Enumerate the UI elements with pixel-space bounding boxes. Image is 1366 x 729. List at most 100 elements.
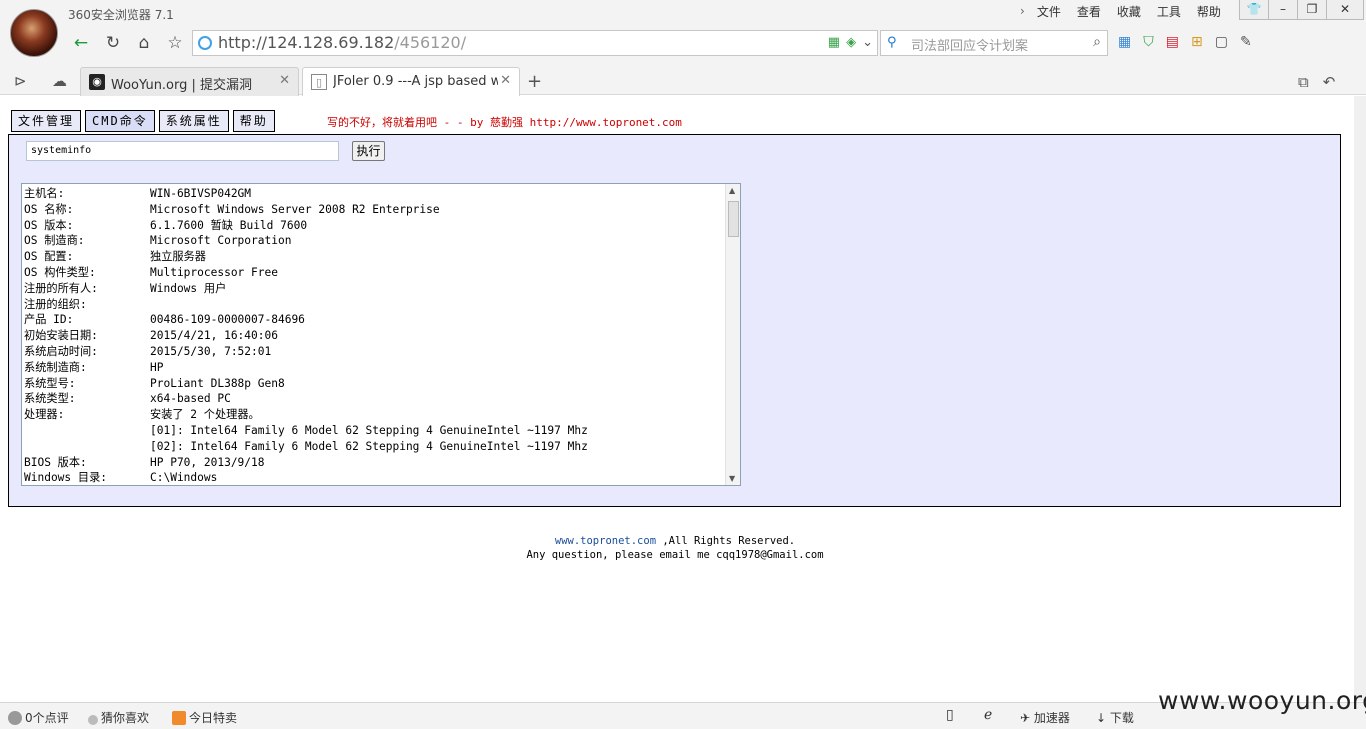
command-output[interactable]: 主机名: WIN-6BIVSP042GM OS 名称: Microsoft Windo…	[21, 183, 741, 486]
maximize-button[interactable]: ❐	[1297, 0, 1327, 20]
menu-file-manager[interactable]: 文件管理	[11, 110, 82, 132]
speed-mode-icon[interactable]: ◈	[846, 35, 856, 50]
close-tab-icon[interactable]: ✕	[500, 73, 511, 88]
menu-help-page[interactable]: 帮助	[232, 110, 275, 132]
guess-label: 猜你喜欢	[101, 711, 150, 725]
menu-file[interactable]: 文件	[1029, 4, 1069, 20]
guess-item[interactable]: 猜你喜欢	[88, 709, 149, 726]
output-value: x64-based PC	[150, 392, 231, 406]
tab-list-icon[interactable]: ⧉	[1298, 73, 1309, 91]
phone-icon[interactable]: ▯	[946, 707, 954, 723]
output-value: C:\Windows	[150, 471, 218, 485]
tab-jfoler[interactable]: ▯ JFoler 0.9 ---A jsp based we ✕	[302, 67, 520, 96]
output-line: 系统启动时间: 2015/5/30, 7:52:01	[24, 344, 588, 360]
command-input[interactable]: systeminfo	[26, 141, 339, 161]
home-icon[interactable]: ⌂	[131, 30, 157, 56]
apps-icon[interactable]: ▦	[1118, 34, 1131, 50]
url-host: http://124.128.69.182	[218, 33, 395, 52]
output-key: OS 制造商:	[24, 234, 85, 248]
output-value: Windows 用户	[150, 281, 227, 295]
user-avatar[interactable]	[10, 9, 58, 57]
back-icon[interactable]: ←	[68, 30, 94, 56]
qr-code-icon[interactable]: ▦	[828, 35, 840, 50]
download-label: 下载	[1109, 711, 1134, 725]
sidebar-toggle-icon[interactable]: ⊳	[14, 72, 27, 90]
star-icon[interactable]: ☆	[162, 30, 188, 56]
new-tab-button[interactable]: +	[527, 71, 542, 92]
scroll-down-icon[interactable]: ▼	[729, 474, 735, 483]
shield-icon[interactable]: ⛉	[1143, 34, 1154, 50]
tab-wooyun[interactable]: ◉ WooYun.org | 提交漏洞 ✕	[80, 67, 299, 96]
output-line: BIOS 版本: HP P70, 2013/9/18	[24, 455, 588, 471]
output-line: OS 制造商: Microsoft Corporation	[24, 233, 588, 249]
close-window-button[interactable]: ✕	[1326, 0, 1364, 20]
screenshot-icon[interactable]: ▢	[1215, 34, 1228, 50]
translate-icon[interactable]: ✎	[1240, 34, 1252, 50]
output-key: OS 名称:	[24, 202, 74, 216]
tab-label: WooYun.org | 提交漏洞	[111, 78, 253, 93]
output-value: 2015/5/30, 7:52:01	[150, 344, 272, 358]
output-value: ProLiant DL388p Gen8	[150, 376, 285, 390]
search-engine-icon[interactable]: ⚲	[887, 35, 897, 50]
menu-view[interactable]: 查看	[1069, 4, 1109, 20]
menu-favorites[interactable]: 收藏	[1109, 4, 1149, 20]
skin-icon[interactable]: 👕	[1239, 0, 1269, 20]
download-icon: ↓	[1096, 711, 1110, 725]
toolbar-extensions: ▦ ⛉ ▤ ⊞ ▢ ✎	[1118, 34, 1252, 50]
output-line: 主机名: WIN-6BIVSP042GM	[24, 186, 588, 202]
footer-rights: ,All Rights Reserved.	[656, 535, 796, 547]
tab-label: JFoler 0.9 ---A jsp based we	[333, 74, 498, 89]
gift-icon[interactable]: ⊞	[1191, 34, 1203, 50]
output-line: [02]: Intel64 Family 6 Model 62 Stepping…	[24, 439, 588, 455]
accelerator-label: 加速器	[1033, 711, 1070, 725]
scroll-up-icon[interactable]: ▲	[729, 186, 735, 195]
output-value: 独立服务器	[150, 250, 206, 264]
output-line: 注册的组织:	[24, 297, 588, 313]
chevron-right-icon[interactable]: ›	[1016, 4, 1029, 20]
window-controls: 👕 – ❐ ✕	[1239, 0, 1364, 20]
output-scrollbar[interactable]: ▲ ▼	[725, 184, 740, 485]
accelerator-item[interactable]: ✈ 加速器	[1020, 709, 1070, 726]
execute-button[interactable]: 执行	[352, 141, 385, 161]
cloud-icon[interactable]: ☁	[52, 72, 67, 90]
web-page: 文件管理 CMD命令 系统属性 帮助 写的不好，将就着用吧 - - by 慈勤强…	[0, 96, 1354, 701]
menu-cmd[interactable]: CMD命令	[85, 110, 155, 132]
author-line: 写的不好，将就着用吧 - - by 慈勤强 http://www.toprone…	[327, 116, 682, 129]
output-key: 系统启动时间:	[24, 344, 98, 358]
output-line: 系统制造商: HP	[24, 360, 588, 376]
output-key: 系统类型:	[24, 392, 76, 406]
search-icon[interactable]: ⌕	[1093, 34, 1101, 50]
undo-close-icon[interactable]: ↶	[1323, 73, 1336, 91]
close-tab-icon[interactable]: ✕	[279, 73, 290, 88]
output-value: 2015/4/21, 16:40:06	[150, 329, 278, 343]
menu-tools[interactable]: 工具	[1149, 4, 1189, 20]
menu-help[interactable]: 帮助	[1189, 4, 1229, 20]
search-input[interactable]: 司法部回应令计划案	[911, 35, 1028, 54]
address-bar[interactable]: http://124.128.69.182/456120/ ▦ ◈ ⌄	[192, 30, 878, 56]
scroll-thumb[interactable]	[728, 201, 739, 237]
output-key: Windows 目录:	[24, 471, 107, 485]
output-line: 处理器: 安装了 2 个处理器。	[24, 407, 588, 423]
search-box[interactable]: ⚲ 司法部回应令计划案 ⌕	[880, 30, 1108, 56]
page-scrollbar[interactable]	[1354, 96, 1366, 701]
menu-bar: › 文件 查看 收藏 工具 帮助	[1016, 4, 1229, 20]
output-value: HP P70, 2013/9/18	[150, 455, 265, 469]
refresh-icon[interactable]: ↻	[100, 30, 126, 56]
reviews-item[interactable]: 0个点评	[8, 709, 69, 726]
pdf-icon[interactable]: ▤	[1166, 34, 1179, 50]
output-key: BIOS 版本:	[24, 455, 87, 469]
output-value: HP	[150, 360, 164, 374]
minimize-button[interactable]: –	[1268, 0, 1298, 20]
ie-icon[interactable]: ℯ	[984, 707, 992, 723]
output-value: [01]: Intel64 Family 6 Model 62 Stepping…	[150, 423, 588, 437]
footer-link[interactable]: www.topronet.com	[555, 535, 656, 547]
output-line: Windows 目录: C:\Windows	[24, 470, 588, 485]
menu-system-properties[interactable]: 系统属性	[158, 110, 229, 132]
output-line: 初始安装日期: 2015/4/21, 16:40:06	[24, 328, 588, 344]
chevron-down-icon[interactable]: ⌄	[862, 35, 873, 50]
output-line: OS 构件类型: Multiprocessor Free	[24, 265, 588, 281]
reviews-label: 0个点评	[25, 711, 69, 725]
deals-item[interactable]: 今日特卖	[172, 709, 237, 726]
download-item[interactable]: ↓ 下载	[1096, 709, 1134, 726]
footer-contact: Any question, please email me cqq1978@Gm…	[526, 549, 824, 561]
